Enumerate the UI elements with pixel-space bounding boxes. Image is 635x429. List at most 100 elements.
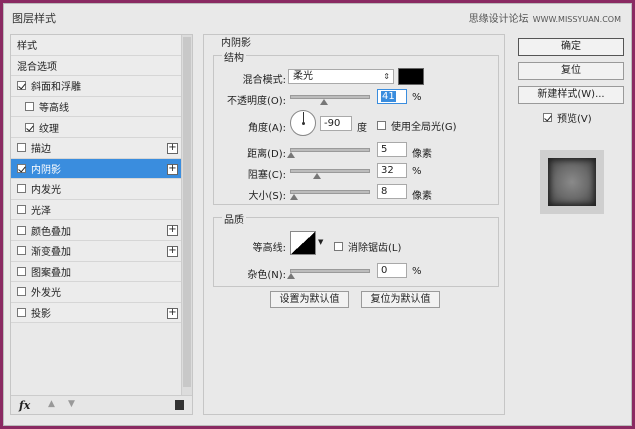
- choke-label: 阻塞(C):: [247, 170, 286, 181]
- angle-input[interactable]: -90: [320, 116, 352, 131]
- style-checkbox[interactable]: [25, 122, 34, 132]
- style-list-item-label: 内发光: [31, 185, 61, 197]
- style-list-item-label: 描边: [31, 144, 51, 156]
- anti-alias-checkbox[interactable]: [334, 242, 343, 251]
- noise-label: 杂色(N):: [247, 270, 286, 281]
- set-as-default-button[interactable]: 设置为默认值: [270, 291, 349, 308]
- style-list-scrollbar[interactable]: [181, 35, 192, 396]
- choke-input[interactable]: 32: [377, 163, 407, 178]
- global-light-option[interactable]: 使用全局光(G): [377, 118, 457, 133]
- style-list-item[interactable]: 纹理: [11, 117, 181, 138]
- noise-slider[interactable]: [287, 269, 370, 279]
- blend-mode-value: 柔光: [293, 71, 313, 82]
- style-list-item[interactable]: 混合选项: [11, 55, 181, 77]
- angle-label: 角度(A):: [247, 123, 286, 134]
- style-list-item[interactable]: 光泽: [11, 199, 181, 221]
- style-checkbox[interactable]: [17, 163, 26, 173]
- watermark: 思缘设计论坛 WWW.MISSYUAN.COM: [469, 10, 621, 25]
- opacity-slider-thumb[interactable]: [319, 99, 328, 105]
- inner-shadow-panel: 内阴影 结构 混合模式: 柔光 ⇕ 不透明度(O): 41 % 角度(A): -…: [203, 34, 505, 415]
- style-preview: [540, 150, 604, 214]
- preview-label: 预览(V): [557, 114, 592, 125]
- add-instance-icon[interactable]: +: [167, 163, 178, 175]
- blend-mode-select[interactable]: 柔光 ⇕: [288, 69, 394, 84]
- blend-mode-label: 混合模式:: [242, 75, 286, 86]
- watermark-en: WWW.MISSYUAN.COM: [532, 15, 621, 24]
- style-list-item[interactable]: 颜色叠加 +: [11, 220, 181, 241]
- style-checkbox[interactable]: [17, 81, 26, 91]
- size-input[interactable]: 8: [377, 184, 407, 199]
- size-slider[interactable]: [290, 190, 370, 200]
- distance-input[interactable]: 5: [377, 142, 407, 157]
- style-list-item[interactable]: 渐变叠加 +: [11, 240, 181, 262]
- preview-checkbox[interactable]: [543, 113, 552, 122]
- angle-center-dot: [302, 122, 305, 125]
- style-list-item-label: 内阴影: [31, 164, 61, 176]
- global-light-checkbox[interactable]: [377, 121, 386, 130]
- style-list-footer: fx ▲ ▼: [11, 395, 192, 414]
- noise-slider-thumb[interactable]: [287, 273, 295, 279]
- style-list-item[interactable]: 投影 +: [11, 302, 181, 324]
- distance-slider[interactable]: [287, 148, 370, 158]
- add-instance-icon[interactable]: +: [167, 245, 178, 257]
- style-checkbox[interactable]: [17, 266, 26, 276]
- panel-title: 内阴影: [221, 38, 251, 49]
- style-list-item-label: 混合选项: [17, 61, 57, 73]
- angle-dial[interactable]: [290, 110, 316, 136]
- opacity-slider[interactable]: [290, 95, 370, 105]
- style-list-item-label: 外发光: [31, 288, 61, 300]
- style-list-item-label: 纹理: [39, 123, 59, 135]
- style-checkbox[interactable]: [17, 308, 26, 318]
- style-checkbox[interactable]: [17, 205, 26, 215]
- style-checkbox[interactable]: [17, 287, 26, 297]
- shadow-color-swatch[interactable]: [398, 68, 424, 85]
- dialog-title: 图层样式: [12, 12, 56, 25]
- style-list-item-label: 渐变叠加: [31, 247, 71, 259]
- style-list-item-label: 等高线: [39, 103, 69, 115]
- style-list-panel: 样式混合选项斜面和浮雕等高线纹理描边 + 内阴影 + 内发光光泽 颜色叠加 + 渐变叠加 + 图案…: [10, 34, 193, 415]
- size-unit: 像素: [412, 191, 432, 202]
- trash-icon[interactable]: [175, 400, 184, 410]
- opacity-input[interactable]: 41: [377, 89, 407, 104]
- title-bar: 图层样式 思缘设计论坛 WWW.MISSYUAN.COM: [4, 4, 631, 30]
- style-list-item[interactable]: 内发光: [11, 179, 181, 200]
- noise-unit: %: [412, 266, 422, 277]
- choke-slider[interactable]: [290, 169, 370, 179]
- reset-button[interactable]: 复位: [518, 62, 624, 80]
- add-instance-icon[interactable]: +: [167, 225, 178, 237]
- choke-slider-thumb[interactable]: [313, 173, 321, 179]
- style-list-item[interactable]: 描边 +: [11, 137, 181, 159]
- preview-option[interactable]: 预览(V): [543, 110, 592, 125]
- fx-button[interactable]: fx: [19, 399, 30, 412]
- style-list-item-label: 斜面和浮雕: [31, 82, 81, 94]
- move-up-icon[interactable]: ▲: [48, 399, 55, 409]
- style-list-item-label: 图案叠加: [31, 267, 71, 279]
- style-checkbox[interactable]: [25, 102, 34, 112]
- move-down-icon[interactable]: ▼: [68, 399, 75, 409]
- noise-input[interactable]: 0: [377, 263, 407, 278]
- ok-button[interactable]: 确定: [518, 38, 624, 56]
- style-list-item[interactable]: 图案叠加: [11, 261, 181, 283]
- style-list: 样式混合选项斜面和浮雕等高线纹理描边 + 内阴影 + 内发光光泽 颜色叠加 + 渐变叠加 + 图案…: [11, 35, 181, 324]
- style-checkbox[interactable]: [17, 184, 26, 194]
- anti-alias-option[interactable]: 消除锯齿(L): [334, 239, 401, 254]
- contour-picker[interactable]: [290, 231, 316, 255]
- style-list-item[interactable]: 外发光: [11, 282, 181, 303]
- reset-to-default-button[interactable]: 复位为默认值: [361, 291, 440, 308]
- contour-dropdown-icon[interactable]: ▼: [318, 238, 323, 246]
- style-list-item[interactable]: 斜面和浮雕: [11, 76, 181, 97]
- style-list-item[interactable]: 等高线: [11, 96, 181, 118]
- distance-slider-thumb[interactable]: [287, 152, 295, 158]
- add-instance-icon[interactable]: +: [167, 307, 178, 319]
- scroll-thumb[interactable]: [183, 37, 191, 387]
- style-list-item[interactable]: 内阴影 +: [11, 158, 181, 180]
- style-checkbox[interactable]: [17, 246, 26, 256]
- style-checkbox[interactable]: [17, 225, 26, 235]
- style-list-item[interactable]: 样式: [11, 35, 181, 56]
- add-instance-icon[interactable]: +: [167, 142, 178, 154]
- new-style-button[interactable]: 新建样式(W)...: [518, 86, 624, 104]
- angle-unit: 度: [357, 123, 367, 134]
- select-arrows-icon: ⇕: [383, 72, 390, 81]
- size-slider-thumb[interactable]: [290, 194, 298, 200]
- style-checkbox[interactable]: [17, 143, 26, 153]
